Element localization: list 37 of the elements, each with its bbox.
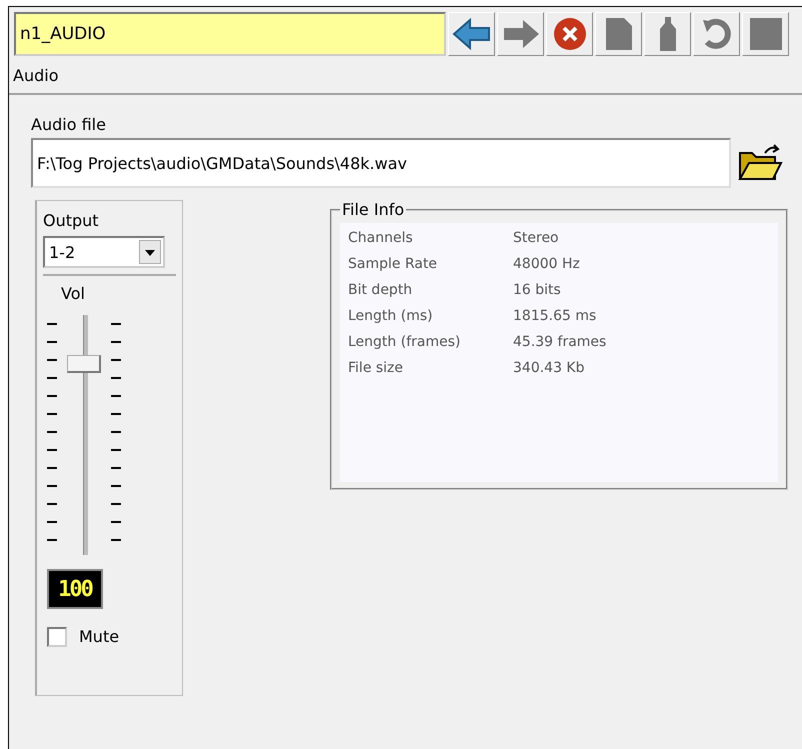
bottle-button[interactable] bbox=[644, 12, 691, 56]
caret-icon bbox=[139, 240, 161, 264]
folder-icon[interactable] bbox=[737, 143, 783, 183]
mute-label: Mute bbox=[79, 627, 120, 646]
info-value: 48000 Hz bbox=[513, 256, 581, 272]
file-path-field[interactable]: F:\Tog Projects\audio\GMData\Sounds\48k.wav bbox=[31, 138, 731, 188]
mute-checkbox[interactable] bbox=[47, 627, 67, 647]
info-value: 45.39 frames bbox=[513, 334, 608, 350]
title-field[interactable]: n1_AUDIO bbox=[14, 12, 446, 56]
back-button[interactable] bbox=[448, 12, 495, 56]
info-label: Length (ms) bbox=[348, 308, 434, 324]
info-value: 1815.65 ms bbox=[513, 308, 598, 324]
info-value: 340.43 Kb bbox=[513, 360, 586, 376]
vol-label: Vol bbox=[61, 284, 86, 303]
info-value: 16 bits bbox=[513, 282, 562, 298]
output-label: Output bbox=[43, 211, 99, 230]
info-label: Sample Rate bbox=[348, 256, 438, 272]
field-label: Audio file bbox=[31, 115, 106, 134]
group-title: File Info bbox=[341, 200, 406, 219]
page-button[interactable] bbox=[595, 12, 642, 56]
info-label: File size bbox=[348, 360, 404, 376]
info-label: Length (frames) bbox=[348, 334, 462, 350]
refresh-button[interactable] bbox=[693, 12, 740, 56]
menu-item[interactable]: Audio bbox=[13, 66, 58, 85]
block-icon bbox=[748, 16, 784, 52]
info-value: Stereo bbox=[513, 230, 560, 246]
page-icon bbox=[604, 16, 634, 52]
output-select[interactable]: 1-2 bbox=[43, 236, 165, 268]
back-arrow-icon bbox=[452, 17, 492, 51]
info-label: Channels bbox=[348, 230, 414, 246]
close-button[interactable] bbox=[546, 12, 593, 56]
forward-button[interactable] bbox=[497, 12, 544, 56]
close-icon bbox=[552, 16, 588, 52]
info-label: Bit depth bbox=[348, 282, 414, 298]
volume-display: 100 bbox=[47, 569, 103, 609]
slider-thumb[interactable] bbox=[67, 354, 101, 373]
block-button[interactable] bbox=[742, 12, 789, 56]
